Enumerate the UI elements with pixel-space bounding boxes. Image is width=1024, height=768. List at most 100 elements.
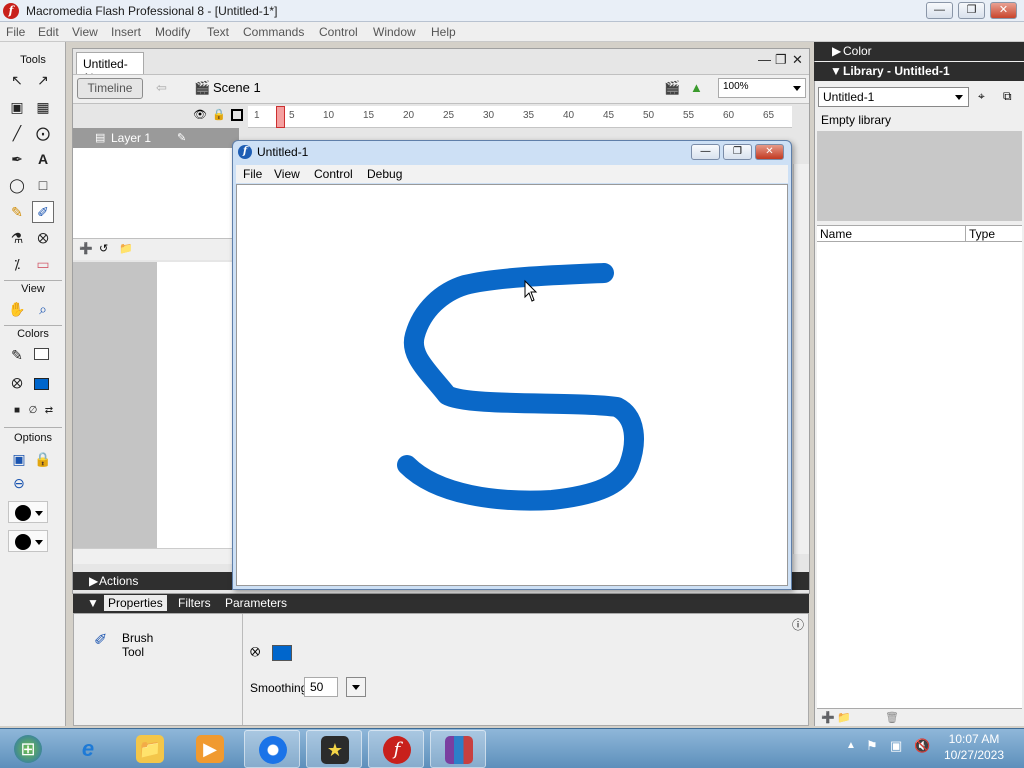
lock-icon[interactable]: 🔒	[212, 108, 226, 121]
library-item-list[interactable]	[817, 242, 1022, 708]
menu-edit[interactable]: Edit	[38, 25, 59, 39]
winrar-taskbar[interactable]	[430, 730, 486, 768]
player-menu-view[interactable]: View	[274, 167, 300, 181]
zoom-select[interactable]: 100%	[718, 78, 806, 98]
doc-minimize-icon[interactable]: —	[758, 52, 771, 67]
object-drawing-icon[interactable]: ▣	[8, 448, 30, 470]
eye-icon[interactable]: 👁	[193, 108, 207, 121]
brush-size-select[interactable]	[8, 501, 48, 523]
fill-color-swatch[interactable]	[34, 378, 49, 390]
motion-guide-icon[interactable]: ↺	[99, 242, 108, 255]
media-player-taskbar[interactable]: ▶	[182, 730, 238, 768]
menu-modify[interactable]: Modify	[155, 25, 190, 39]
free-transform-icon[interactable]: ▣	[6, 96, 28, 118]
new-library-icon[interactable]: ⧉	[1003, 89, 1012, 104]
new-symbol-icon[interactable]: ➕	[821, 711, 835, 724]
player-maximize-button[interactable]: ❐	[723, 144, 752, 160]
tab-filters[interactable]: Filters	[178, 596, 211, 610]
player-menu-control[interactable]: Control	[314, 167, 353, 181]
library-panel-header[interactable]: ▼ Library - Untitled-1	[814, 62, 1024, 81]
type-column[interactable]: Type	[969, 227, 995, 241]
doc-restore-icon[interactable]: ❐	[775, 52, 787, 68]
vertical-scrollbar[interactable]	[793, 164, 809, 554]
flash-taskbar[interactable]: f	[368, 730, 424, 768]
menu-text[interactable]: Text	[207, 25, 229, 39]
menu-view[interactable]: View	[72, 25, 98, 39]
pencil-tool-icon[interactable]: ✎	[6, 201, 28, 223]
tab-parameters[interactable]: Parameters	[225, 596, 287, 610]
brush-shape-select[interactable]	[8, 530, 48, 552]
playhead[interactable]	[276, 106, 285, 128]
selection-arrow-icon[interactable]: ↖	[6, 69, 28, 91]
help-icon[interactable]: ⓘ	[792, 616, 804, 633]
insert-folder-icon[interactable]: 📁	[119, 242, 133, 255]
player-canvas[interactable]	[236, 184, 788, 586]
show-hidden-icons[interactable]: ▲	[846, 740, 856, 751]
paint-bucket-icon[interactable]: ⭙	[32, 227, 54, 249]
fill-transform-icon[interactable]: ▦	[32, 96, 54, 118]
stage[interactable]	[157, 262, 237, 550]
smoothing-dropdown-button[interactable]	[346, 677, 366, 697]
smoothing-input[interactable]: 50	[304, 677, 338, 697]
brush-tool-icon[interactable]: ✐	[32, 201, 54, 223]
hand-tool-icon[interactable]: ✋	[6, 298, 28, 320]
horizontal-scrollbar[interactable]	[73, 548, 238, 564]
eyedropper-icon[interactable]: ⁒	[6, 253, 28, 275]
movie-maker-taskbar[interactable]: ★	[306, 730, 362, 768]
player-menu-debug[interactable]: Debug	[367, 167, 402, 181]
file-explorer-taskbar[interactable]: 📁	[122, 730, 178, 768]
trash-icon[interactable]: 🗑	[885, 711, 899, 724]
player-close-button[interactable]: ✕	[755, 144, 784, 160]
outline-icon[interactable]	[231, 109, 243, 121]
brush-mode-icon[interactable]: ⊖	[8, 472, 30, 494]
line-tool-icon[interactable]: ╱	[6, 122, 28, 144]
timeline-button[interactable]: Timeline	[77, 78, 143, 99]
eraser-tool-icon[interactable]: ▭	[32, 253, 54, 275]
stroke-color-swatch[interactable]	[34, 348, 49, 360]
internet-explorer-taskbar[interactable]: e	[60, 730, 116, 768]
tab-properties[interactable]: Properties	[104, 595, 167, 611]
lasso-tool-icon[interactable]: ⨀	[32, 122, 54, 144]
fill-color-swatch[interactable]	[272, 645, 292, 661]
color-panel-header[interactable]: ▶ Color	[814, 42, 1024, 61]
swap-colors-icon[interactable]: ⇄	[38, 400, 60, 422]
fill-color-icon[interactable]: ⭙	[6, 372, 28, 394]
insert-layer-icon[interactable]: ➕	[79, 242, 93, 255]
menu-control[interactable]: Control	[319, 25, 358, 39]
rectangle-tool-icon[interactable]: □	[32, 174, 54, 196]
chrome-taskbar[interactable]	[244, 730, 300, 768]
network-icon[interactable]: ▣	[890, 738, 902, 754]
action-center-icon[interactable]: ⚑	[866, 738, 878, 754]
oval-tool-icon[interactable]: ◯	[6, 174, 28, 196]
library-document-select[interactable]: Untitled-1	[818, 87, 969, 107]
timeline-ruler[interactable]: 1 5 10 15 20 25 30 35 40 45 50 55 60 65	[248, 106, 792, 128]
lock-fill-icon[interactable]: 🔒	[32, 448, 54, 470]
layer-row[interactable]: ▤ Layer 1 ✎	[73, 128, 239, 148]
maximize-button[interactable]: ❐	[958, 2, 985, 19]
pen-tool-icon[interactable]: ✒	[6, 148, 28, 170]
pin-library-icon[interactable]: ⌖	[978, 89, 985, 104]
stroke-color-icon[interactable]: ✎	[6, 344, 28, 366]
player-menu-file[interactable]: File	[243, 167, 262, 181]
document-tab[interactable]: Untitled-1*	[76, 52, 144, 85]
ink-bottle-icon[interactable]: ⚗	[6, 227, 28, 249]
start-button[interactable]: ⊞	[0, 730, 56, 768]
system-clock[interactable]: 10:07 AM 10/27/2023	[930, 731, 1018, 763]
volume-muted-icon[interactable]: 🔇	[914, 738, 930, 754]
edit-symbols-icon[interactable]: ▲	[690, 80, 703, 95]
menu-help[interactable]: Help	[431, 25, 456, 39]
menu-window[interactable]: Window	[373, 25, 416, 39]
menu-commands[interactable]: Commands	[243, 25, 304, 39]
new-folder-icon[interactable]: 📁	[837, 711, 851, 724]
back-arrow-icon[interactable]: ⇦	[156, 80, 167, 96]
menu-insert[interactable]: Insert	[111, 25, 141, 39]
minimize-button[interactable]: —	[926, 2, 953, 19]
collapse-arrow-icon[interactable]: ▼	[87, 596, 99, 610]
close-button[interactable]: ✕	[990, 2, 1017, 19]
text-tool-icon[interactable]: A	[32, 148, 54, 170]
zoom-tool-icon[interactable]: ⌕	[32, 298, 54, 320]
name-column[interactable]: Name	[820, 227, 852, 241]
edit-scene-icon[interactable]: 🎬	[664, 80, 680, 96]
subselect-arrow-icon[interactable]: ↗	[32, 69, 54, 91]
doc-close-icon[interactable]: ✕	[792, 52, 803, 68]
